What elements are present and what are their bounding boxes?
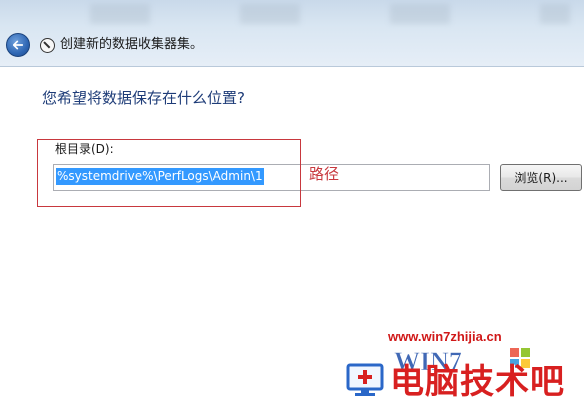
window-title: 创建新的数据收集器集。 — [60, 37, 204, 52]
root-directory-label: 根目录(D): — [55, 142, 114, 156]
computer-plus-icon — [346, 363, 384, 396]
blurred-background-tabs — [90, 4, 570, 24]
watermark-brand: 电脑技术吧 — [390, 362, 565, 402]
back-button[interactable] — [6, 33, 30, 57]
data-collector-set-icon — [40, 38, 55, 53]
page-question: 您希望将数据保存在什么位置? — [42, 89, 245, 107]
watermark-url: www.win7zhijia.cn — [388, 329, 502, 344]
title-bar: 创建新的数据收集器集。 — [0, 0, 584, 67]
root-directory-value[interactable]: %systemdrive%\PerfLogs\Admin\1 — [56, 168, 264, 185]
back-arrow-icon — [13, 40, 23, 50]
annotation-label: 路径 — [309, 165, 340, 183]
browse-button[interactable]: 浏览(R)... — [500, 164, 582, 191]
